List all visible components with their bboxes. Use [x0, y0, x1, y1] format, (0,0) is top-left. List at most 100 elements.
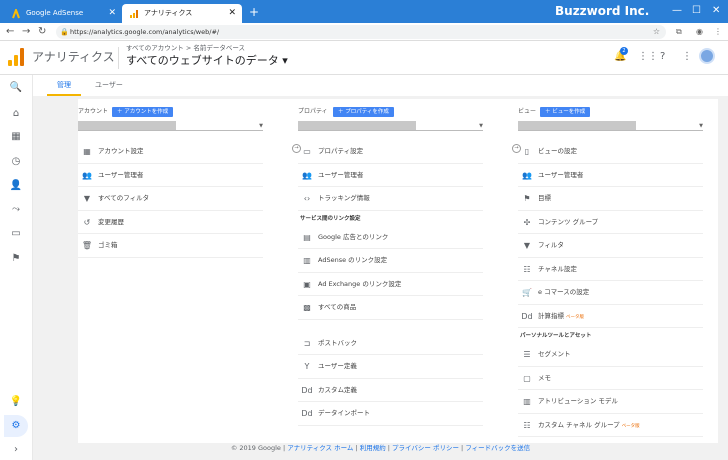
- maximize-icon[interactable]: ☐: [692, 4, 701, 18]
- adsense-icon: ▥: [303, 256, 311, 265]
- create-account-button[interactable]: ＋ アカウントを作成: [112, 107, 174, 117]
- tab-analytics[interactable]: アナリティクス ✕: [122, 4, 242, 23]
- list-item-label: すべてのフィルタ: [98, 194, 150, 202]
- home-icon[interactable]: ⌂: [9, 107, 23, 121]
- list-item[interactable]: Y ユーザー定義: [298, 355, 483, 379]
- search-icon[interactable]: 🔍: [9, 81, 23, 95]
- new-tab-button[interactable]: +: [249, 4, 259, 20]
- list-item-label: フィルタ: [538, 241, 564, 249]
- filter-icon: ▼: [523, 241, 531, 250]
- account-items: ▦ アカウント設定 👥 ユーザー管理者 ▼ すべてのフィルタ ↺ 変更履歴 🗑 ゴミ箱: [78, 140, 263, 258]
- adexchange-icon: ▣: [303, 279, 311, 289]
- list-item-label: チャネル設定: [538, 264, 577, 273]
- list-item[interactable]: ▤ Google 広告とのリンク: [298, 226, 483, 249]
- list-item[interactable]: 👥 ユーザー管理者: [78, 164, 263, 187]
- list-item[interactable]: ▥ AdSense のリンク設定: [298, 249, 483, 273]
- list-item[interactable]: ▩ すべての商品: [298, 296, 483, 320]
- list-item-label: メモ: [538, 373, 551, 382]
- property-selector[interactable]: すべてのウェブサイトのデータ ▾: [126, 53, 288, 69]
- list-item[interactable]: ↺ 変更履歴: [78, 211, 263, 234]
- close-window-icon[interactable]: ✕: [712, 4, 720, 18]
- list-item[interactable]: 👥 ユーザー管理者: [298, 164, 483, 187]
- list-item[interactable]: ▼ すべてのフィルタ: [78, 187, 263, 211]
- browser-menu-icon[interactable]: ⋮: [714, 25, 722, 39]
- list-item[interactable]: ▥ アトリビューション モデル: [518, 390, 703, 414]
- list-item-label: AdSense のリンク設定: [318, 256, 388, 264]
- code-icon: ‹›: [303, 194, 311, 203]
- dd-icon: Dd: [521, 311, 533, 321]
- reload-icon[interactable]: ↻: [38, 24, 46, 40]
- analytics-logo-icon[interactable]: [8, 48, 24, 66]
- property-selector-dropdown[interactable]: ▼: [298, 121, 483, 131]
- star-icon[interactable]: ☆: [653, 25, 660, 39]
- footer-link-privacy[interactable]: プライバシー ポリシー: [392, 444, 459, 452]
- segment-icon: ☰: [523, 350, 531, 359]
- list-item[interactable]: ☰ セグメント: [518, 343, 703, 367]
- list-item[interactable]: ‹› トラッキング情報: [298, 187, 483, 211]
- list-item[interactable]: 👥 ユーザー管理者: [518, 164, 703, 187]
- list-item[interactable]: 🛒 e コマースの設定: [518, 281, 703, 305]
- apps-grid-icon[interactable]: ⋮⋮: [638, 50, 658, 64]
- profile-icon[interactable]: ◉: [696, 25, 703, 39]
- realtime-icon[interactable]: ◷: [9, 155, 23, 169]
- list-item[interactable]: ☷ チャネル設定: [518, 258, 703, 281]
- gear-icon[interactable]: ⚙: [9, 419, 23, 433]
- list-item-label: カスタム チャネル グループ: [538, 420, 620, 429]
- lightbulb-icon[interactable]: 💡: [9, 395, 23, 409]
- users-icon: 👥: [82, 170, 92, 180]
- footer-link-home[interactable]: アナリティクス ホーム: [287, 444, 353, 452]
- back-icon[interactable]: ←: [6, 24, 14, 40]
- channel-group-icon: ☷: [523, 420, 531, 430]
- list-item-label: ユーザー管理者: [538, 170, 584, 179]
- list-item-label: 目標: [538, 194, 551, 202]
- list-item[interactable]: ▦ アカウント設定: [78, 140, 263, 164]
- breadcrumb[interactable]: すべてのアカウント > 名前データベース: [126, 44, 245, 53]
- more-vert-icon[interactable]: ⋮: [682, 50, 692, 64]
- chevron-down-icon: ▼: [259, 123, 263, 129]
- list-item[interactable]: ⊐ ポストバック: [298, 332, 483, 355]
- list-item[interactable]: ▣ Ad Exchange のリンク設定: [298, 273, 483, 296]
- extension-icon[interactable]: ⧉: [676, 25, 682, 39]
- close-tab-icon[interactable]: ✕: [108, 4, 116, 23]
- list-item-label: カスタム定義: [318, 385, 357, 394]
- users-icon: 👥: [302, 170, 312, 180]
- list-item[interactable]: Dd 計算指標 ベータ版: [518, 305, 703, 328]
- footer-link-feedback[interactable]: フィードバックを送信: [465, 444, 530, 452]
- behavior-icon[interactable]: ▭: [9, 227, 23, 241]
- list-item-label: トラッキング情報: [318, 194, 370, 202]
- list-item[interactable]: Dd データインポート: [298, 402, 483, 426]
- tab-user[interactable]: ユーザー: [95, 79, 123, 91]
- list-item[interactable]: Dd カスタム定義: [298, 379, 483, 402]
- footer-link-terms[interactable]: 利用規約: [360, 444, 386, 452]
- acquisition-icon[interactable]: ⤳: [9, 203, 23, 217]
- close-tab-icon[interactable]: ✕: [228, 4, 236, 23]
- list-item[interactable]: ☷ カスタム チャネル グループ ベータ版: [518, 414, 703, 437]
- avatar[interactable]: [699, 48, 715, 64]
- list-item[interactable]: ⚑ 目標: [518, 187, 703, 211]
- dashboard-icon[interactable]: ▦: [9, 130, 23, 144]
- audience-icon[interactable]: 👤: [9, 179, 23, 193]
- app-header: アナリティクス すべてのアカウント > 名前データベース すべてのウェブサイトの…: [0, 41, 728, 75]
- help-icon[interactable]: ?: [660, 50, 665, 64]
- forward-icon[interactable]: →: [22, 24, 30, 40]
- adsense-favicon-icon: [12, 9, 20, 19]
- expand-icon[interactable]: ›: [9, 443, 23, 457]
- list-item[interactable]: ▢ メモ: [518, 367, 703, 390]
- view-selector[interactable]: ▼: [518, 121, 703, 131]
- create-view-button[interactable]: ＋ ビューを作成: [540, 107, 591, 117]
- list-item[interactable]: 🗑 ゴミ箱: [78, 234, 263, 258]
- account-selector[interactable]: ▼: [78, 121, 263, 131]
- tab-adsense[interactable]: Google AdSense ✕: [4, 4, 122, 23]
- url-field[interactable]: 🔒 https://analytics.google.com/analytics…: [56, 25, 666, 39]
- list-item[interactable]: ▭ プロパティ設定: [298, 140, 483, 164]
- building-icon: ▦: [83, 147, 91, 156]
- list-item[interactable]: ✣ コンテンツ グループ: [518, 211, 703, 234]
- list-item[interactable]: ▯ ビューの設定: [518, 140, 703, 164]
- conversions-icon[interactable]: ⚑: [9, 252, 23, 266]
- minimize-icon[interactable]: —: [672, 4, 682, 18]
- tab-admin[interactable]: 管理: [57, 79, 71, 91]
- list-item-label: アトリビューション モデル: [538, 397, 618, 405]
- list-item-label: すべての商品: [318, 303, 357, 311]
- create-property-button[interactable]: ＋ プロパティを作成: [333, 107, 394, 117]
- list-item[interactable]: ▼ フィルタ: [518, 234, 703, 258]
